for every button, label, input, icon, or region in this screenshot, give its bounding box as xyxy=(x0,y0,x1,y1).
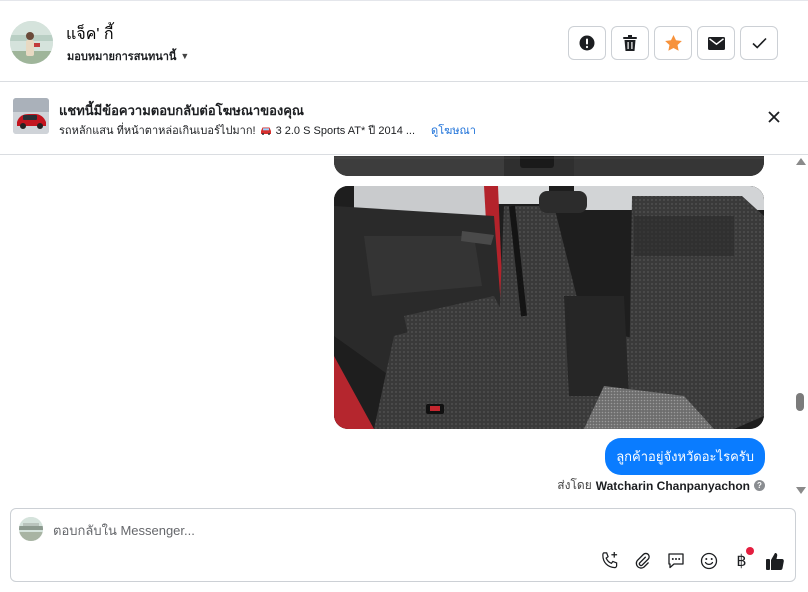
ad-banner-subtitle: รถหลักแสน ที่หน้าตาหล่อเกินเบอร์ไปมาก! 3… xyxy=(59,121,476,139)
ad-thumbnail[interactable] xyxy=(13,98,49,134)
scroll-down-arrow-icon[interactable] xyxy=(796,487,806,494)
ad-banner-title: แชทนี้มีข้อความตอบกลับต่อโฆษณาของคุณ xyxy=(59,103,304,118)
thread-scrollbar[interactable] xyxy=(793,156,808,500)
contact-name[interactable]: แจ็ค' กี้ xyxy=(66,22,114,47)
baht-icon: ฿ xyxy=(736,551,747,570)
close-banner-button[interactable] xyxy=(766,109,782,125)
chat-bubble-icon xyxy=(667,552,684,568)
message-thread[interactable]: ลูกค้าอยู่จังหวัดอะไรครับ ส่งโดย Watchar… xyxy=(0,156,792,500)
star-button[interactable] xyxy=(654,26,692,60)
close-icon xyxy=(768,111,780,123)
check-icon xyxy=(751,37,767,49)
ad-text-suffix: 3 2.0 S Sports AT* ปี 2014 ... xyxy=(275,125,416,137)
conversation-header: แจ็ค' กี้ มอบหมายการสนทนานี้ ▼ xyxy=(0,0,808,82)
trash-icon xyxy=(623,35,637,51)
sender-name: Watcharin Chanpanyachon xyxy=(595,478,750,493)
caret-down-icon: ▼ xyxy=(180,51,190,61)
attach-button[interactable] xyxy=(632,550,653,571)
car-icon xyxy=(260,127,271,135)
thumbs-up-icon xyxy=(765,552,784,570)
call-button[interactable] xyxy=(599,550,620,571)
assign-label: มอบหมายการสนทนานี้ xyxy=(67,51,177,63)
question-icon[interactable]: ? xyxy=(754,480,765,491)
scrollbar-thumb[interactable] xyxy=(796,393,804,411)
spam-button[interactable] xyxy=(568,26,606,60)
contact-avatar[interactable] xyxy=(10,21,53,64)
header-actions xyxy=(568,26,778,60)
scroll-up-arrow-icon[interactable] xyxy=(796,158,806,165)
message-image-previous[interactable] xyxy=(334,156,764,176)
page-avatar xyxy=(19,517,43,541)
like-button[interactable] xyxy=(764,550,785,571)
outgoing-message-bubble[interactable]: ลูกค้าอยู่จังหวัดอะไรครับ xyxy=(605,438,765,475)
mark-unread-button[interactable] xyxy=(697,26,735,60)
mark-done-button[interactable] xyxy=(740,26,778,60)
ad-text-prefix: รถหลักแสน ที่หน้าตาหล่อเกินเบอร์ไปมาก! xyxy=(59,125,256,137)
phone-plus-icon xyxy=(602,551,618,569)
reply-input[interactable] xyxy=(53,519,653,541)
ad-reply-banner: แชทนี้มีข้อความตอบกลับต่อโฆษณาของคุณ รถห… xyxy=(0,83,808,155)
notification-dot xyxy=(746,547,754,555)
paperclip-icon xyxy=(635,552,650,569)
delete-button[interactable] xyxy=(611,26,649,60)
sent-by-label: ส่งโดย xyxy=(557,478,592,492)
star-icon xyxy=(664,35,682,51)
composer-toolbar: ฿ xyxy=(599,547,785,571)
exclamation-icon xyxy=(579,35,595,51)
view-ad-link[interactable]: ดูโฆษณา xyxy=(431,121,476,139)
smiley-icon xyxy=(700,552,717,569)
emoji-button[interactable] xyxy=(698,550,719,571)
payment-button[interactable]: ฿ xyxy=(731,547,754,571)
reply-composer: ฿ xyxy=(10,508,796,582)
saved-replies-button[interactable] xyxy=(665,550,686,571)
assign-conversation-dropdown[interactable]: มอบหมายการสนทนานี้ ▼ xyxy=(67,47,189,65)
message-image-car-interior[interactable] xyxy=(334,186,764,429)
envelope-icon xyxy=(707,36,725,50)
sent-by-line: ส่งโดย Watcharin Chanpanyachon ? xyxy=(557,476,765,495)
